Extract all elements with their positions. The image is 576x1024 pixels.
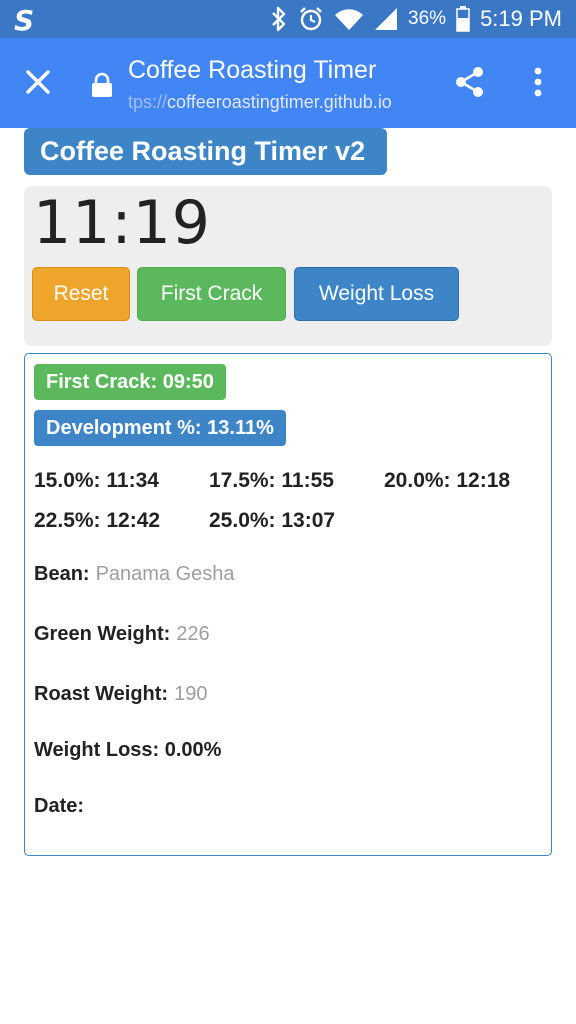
page-url[interactable]: tps://coffeeroastingtimer.github.io [128,92,392,113]
target-time: 20.0%: 12:18 [384,469,511,492]
share-icon[interactable] [452,64,488,100]
results-panel: First Crack: 09:50 Development %: 13.11%… [24,353,552,856]
close-icon[interactable] [22,66,54,98]
alarm-icon [300,7,322,31]
target-time: 17.5%: 11:55 [209,469,334,492]
page-title: Coffee Roasting Timer [128,56,377,84]
status-bar: S 36% 5:19 PM [0,0,576,38]
roast-weight-input[interactable] [174,683,335,706]
timer-display: 11:19 [33,188,211,258]
reset-button[interactable]: Reset [32,267,130,321]
lock-icon [92,72,112,97]
weight-loss-result: Weight Loss: 0.00% [34,739,222,761]
green-weight-input[interactable] [176,623,337,646]
weight-loss-button[interactable]: Weight Loss [294,267,459,321]
bean-label: Bean: [34,563,90,585]
bean-field: Bean: [34,563,316,586]
bean-input[interactable] [95,563,316,586]
status-icons: 36% 5:19 PM [270,0,562,38]
target-time: 25.0%: 13:07 [209,509,336,532]
green-weight-label: Green Weight: [34,623,171,645]
overflow-menu-icon[interactable] [526,64,550,100]
roast-weight-label: Roast Weight: [34,683,169,705]
carrier-logo-icon: S [14,4,35,37]
roast-weight-field: Roast Weight: [34,683,335,706]
first-crack-badge: First Crack: 09:50 [34,364,226,400]
wifi-icon [335,9,364,30]
first-crack-button[interactable]: First Crack [137,267,286,321]
signal-icon [375,8,398,30]
url-host: coffeeroastingtimer.github.io [167,92,392,112]
green-weight-field: Green Weight: [34,623,337,646]
development-badge: Development %: 13.11% [34,410,286,446]
bluetooth-icon [272,6,286,32]
timer-panel: 11:19 Reset First Crack Weight Loss [24,186,552,346]
status-time: 5:19 PM [480,6,562,31]
browser-toolbar: Coffee Roasting Timer tps://coffeeroasti… [0,38,576,128]
app-title: Coffee Roasting Timer v2 [24,128,387,175]
url-scheme: tps:// [128,92,168,112]
target-time: 22.5%: 12:42 [34,509,161,532]
date-label: Date: [34,795,85,817]
battery-icon [456,6,470,32]
battery-percent: 36% [408,8,447,29]
target-time: 15.0%: 11:34 [34,469,159,492]
